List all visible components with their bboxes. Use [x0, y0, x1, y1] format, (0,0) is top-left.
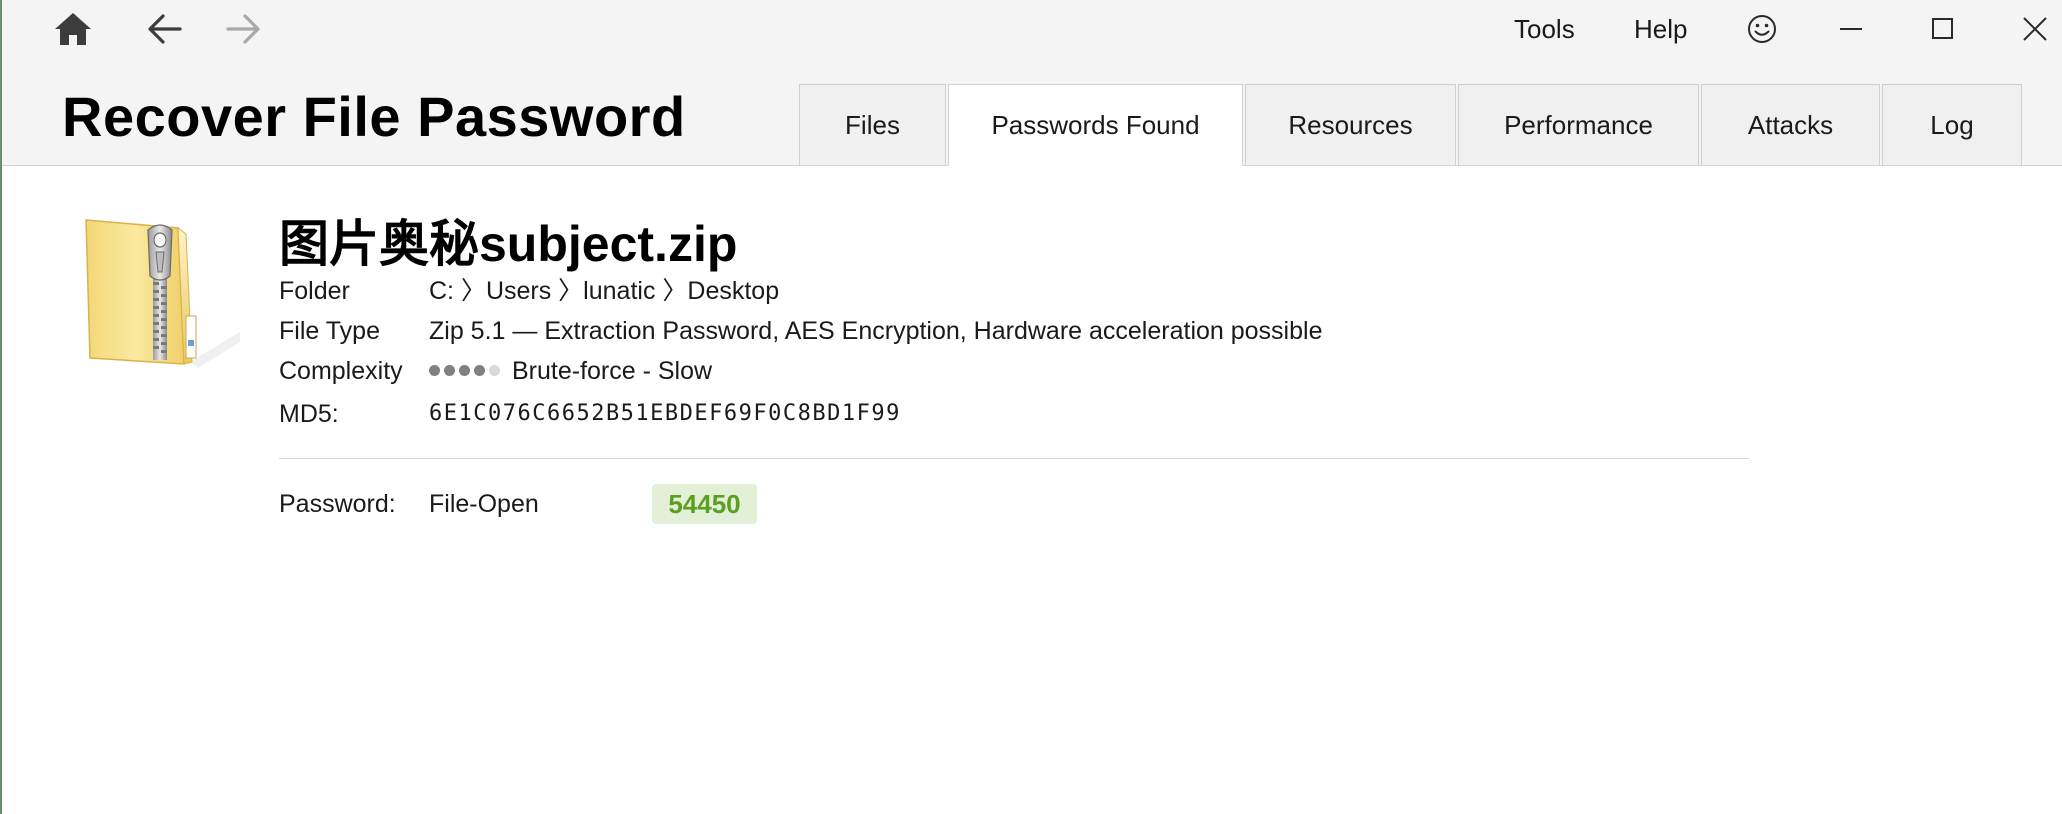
feedback-button[interactable]	[1737, 6, 1787, 52]
md5-label: MD5:	[279, 400, 339, 428]
maximize-button[interactable]	[1918, 6, 1968, 52]
file-type-label: File Type	[279, 317, 380, 345]
close-icon	[2023, 17, 2047, 41]
tab-resources[interactable]: Resources	[1245, 84, 1456, 165]
complexity-value: Brute-force - Slow	[512, 357, 713, 385]
home-icon	[55, 13, 91, 45]
smiley-icon	[1748, 15, 1776, 43]
close-button[interactable]	[2010, 6, 2060, 52]
folder-label: Folder	[279, 277, 350, 305]
file-name-title: 图片奥秘subject.zip	[279, 216, 738, 272]
password-type: File-Open	[429, 490, 539, 518]
menu-help[interactable]: Help	[1634, 10, 1687, 48]
zip-folder-icon	[85, 219, 240, 368]
app-window: Tools Help Recover File Password Files P…	[0, 0, 2062, 814]
password-value[interactable]: 54450	[652, 484, 757, 524]
tab-log[interactable]: Log	[1882, 84, 2022, 165]
tab-attacks[interactable]: Attacks	[1701, 84, 1880, 165]
complexity-dot-empty	[489, 364, 500, 376]
arrow-left-icon	[148, 14, 182, 44]
complexity-value-container: Brute-force - Slow	[429, 353, 712, 389]
menu-tools[interactable]: Tools	[1514, 10, 1575, 48]
folder-path[interactable]: C: 〉Users 〉lunatic 〉Desktop	[429, 273, 779, 309]
passwords-found-panel: 图片奥秘subject.zip Folder C: 〉Users 〉lunati…	[2, 166, 2062, 814]
tab-bar: Files Passwords Found Resources Performa…	[799, 84, 2024, 166]
complexity-dot-filled	[474, 364, 485, 376]
complexity-dot-filled	[444, 364, 455, 376]
complexity-label: Complexity	[279, 357, 403, 385]
home-button[interactable]	[46, 6, 100, 52]
md5-value[interactable]: 6E1C076C6652B51EBDEF69F0C8BD1F99	[429, 396, 901, 432]
tab-files[interactable]: Files	[799, 84, 946, 165]
forward-button[interactable]	[216, 6, 270, 52]
tab-performance[interactable]: Performance	[1458, 84, 1699, 165]
section-divider	[279, 458, 1749, 459]
back-button[interactable]	[138, 6, 192, 52]
maximize-icon	[1932, 18, 1953, 39]
top-bar: Tools Help Recover File Password Files P…	[2, 0, 2062, 166]
minimize-icon	[1840, 28, 1862, 30]
app-title: Recover File Password	[62, 85, 686, 148]
complexity-dot-filled	[459, 364, 470, 376]
minimize-button[interactable]	[1826, 6, 1876, 52]
file-type-value: Zip 5.1 — Extraction Password, AES Encry…	[429, 317, 1323, 345]
complexity-dot-filled	[429, 364, 440, 376]
password-label: Password:	[279, 490, 396, 518]
arrow-right-icon	[226, 14, 260, 44]
tab-passwords-found[interactable]: Passwords Found	[948, 84, 1243, 166]
complexity-rating	[429, 364, 500, 376]
